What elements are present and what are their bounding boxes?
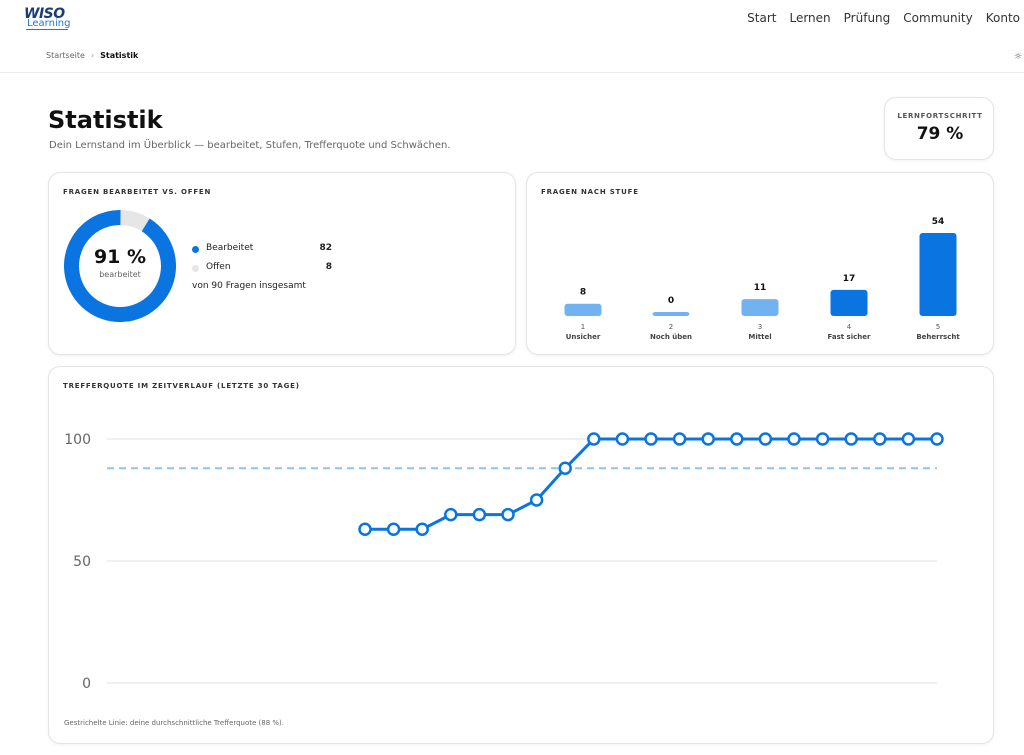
data-point (615, 432, 630, 446)
breadcrumb-separator: › (90, 51, 95, 60)
nav-item-start[interactable]: Start (747, 11, 776, 25)
total-questions-text: von 90 Fragen insgesamt (192, 281, 306, 291)
bar-category-number: 2 (669, 323, 673, 331)
legend-dot-offen (192, 265, 199, 272)
main-nav: Start Lernen Prüfung Community Konto (747, 11, 1020, 25)
bar-level-5 (919, 233, 957, 316)
logo-underline (26, 29, 68, 30)
breadcrumb-home[interactable]: Startseite (46, 51, 85, 60)
data-point (787, 432, 801, 446)
nav-item-konto[interactable]: Konto (986, 11, 1020, 25)
legend-name: Bearbeitet (206, 243, 254, 253)
nav-item-community[interactable]: Community (903, 11, 972, 25)
learning-progress-card: LERNFORTSCHRITT 79 % (884, 97, 994, 160)
data-point (444, 507, 458, 522)
donut-legend: Bearbeitet 82 Offen 8 (192, 243, 332, 281)
data-point (901, 432, 916, 446)
data-point (730, 432, 744, 446)
hit-rate-over-time-card: TREFFERQUOTE IM ZEITVERLAUF (LETZTE 30 T… (48, 366, 994, 744)
data-point (415, 522, 429, 537)
legend-dot-bearbeitet (192, 246, 199, 253)
bar-value-label: 54 (932, 217, 945, 227)
bar-category-name: Unsicher (566, 333, 601, 341)
donut-percent: 91 % (93, 246, 147, 268)
legend-item-offen: Offen 8 (192, 262, 332, 281)
bar-value-label: 11 (754, 283, 767, 293)
data-point (873, 432, 887, 446)
bar-category-number: 5 (936, 323, 940, 331)
data-point (844, 432, 858, 446)
bar-value-label: 8 (580, 288, 586, 298)
page-subtitle: Dein Lernstand im Überblick — bearbeitet… (49, 140, 451, 151)
wiso-learning-logo[interactable]: WISO Learning (24, 6, 71, 30)
legend-value: 82 (319, 243, 332, 253)
average-line-note: Gestrichelte Linie: deine durchschnittli… (64, 719, 285, 727)
top-navigation-bar: WISO Learning Start Lernen Prüfung Commu… (0, 0, 1024, 38)
bar-level-4 (830, 289, 868, 316)
data-point (386, 522, 401, 537)
data-point (501, 507, 515, 522)
y-tick-label: 100 (64, 432, 91, 448)
bar-category-name: Noch üben (650, 333, 692, 341)
bar-category-number: 4 (847, 323, 852, 331)
legend-name: Offen (206, 262, 231, 272)
breadcrumb-bar: Startseite › Statistik ☼ (0, 38, 1024, 73)
bar-category-name: Beherrscht (916, 333, 960, 341)
breadcrumb-current: Statistik (100, 51, 139, 60)
data-point (815, 432, 830, 446)
bar-category-name: Fast sicher (828, 333, 871, 341)
data-point (472, 507, 487, 522)
bar-chart: 8 1 Unsicher 0 2 Noch üben 11 3 Mittel 17 4 Fast si… (564, 217, 960, 341)
bar-level-1 (564, 303, 602, 316)
donut-center: 91 % bearbeitet (64, 246, 176, 279)
logo-learning-text: Learning (27, 18, 71, 29)
data-point (558, 461, 572, 476)
progress-value: 79 % (916, 124, 964, 144)
bar-category-number: 3 (758, 323, 762, 331)
questions-by-level-card: FRAGEN NACH STUFE 8 1 Unsicher 0 2 Noch üben 1… (526, 172, 994, 355)
donut-center-label: bearbeitet (99, 270, 141, 279)
y-tick-label: 50 (73, 554, 91, 570)
donut-card-title: FRAGEN BEARBEITET VS. OFFEN (63, 188, 212, 196)
breadcrumb: Startseite › Statistik (46, 51, 138, 60)
data-point (644, 432, 658, 446)
bar-category-name: Mittel (748, 333, 771, 341)
legend-value: 8 (325, 262, 332, 272)
answered-vs-open-card: FRAGEN BEARBEITET VS. OFFEN 91 % bearbei… (48, 172, 516, 355)
data-point (930, 432, 944, 446)
nav-item-lernen[interactable]: Lernen (789, 11, 830, 25)
legend-item-bearbeitet: Bearbeitet 82 (192, 243, 332, 262)
progress-label: LERNFORTSCHRITT (897, 112, 983, 120)
bar-level-2 (652, 312, 690, 316)
donut-chart: 91 % bearbeitet (64, 210, 176, 322)
page-title: Statistik (48, 106, 163, 134)
data-point (358, 522, 372, 537)
data-point (758, 432, 773, 446)
data-point (672, 432, 687, 446)
theme-toggle-icon[interactable]: ☼ (1014, 52, 1022, 62)
data-point (701, 432, 715, 446)
nav-item-pruefung[interactable]: Prüfung (844, 11, 891, 25)
line-chart: 0 50 100 (64, 432, 944, 692)
y-tick-label: 0 (82, 676, 91, 692)
bar-category-number: 1 (581, 323, 585, 331)
data-point (587, 432, 601, 446)
bar-level-3 (741, 299, 779, 316)
bar-value-label: 0 (668, 296, 674, 306)
bar-value-label: 17 (843, 274, 856, 284)
data-point (529, 493, 544, 507)
